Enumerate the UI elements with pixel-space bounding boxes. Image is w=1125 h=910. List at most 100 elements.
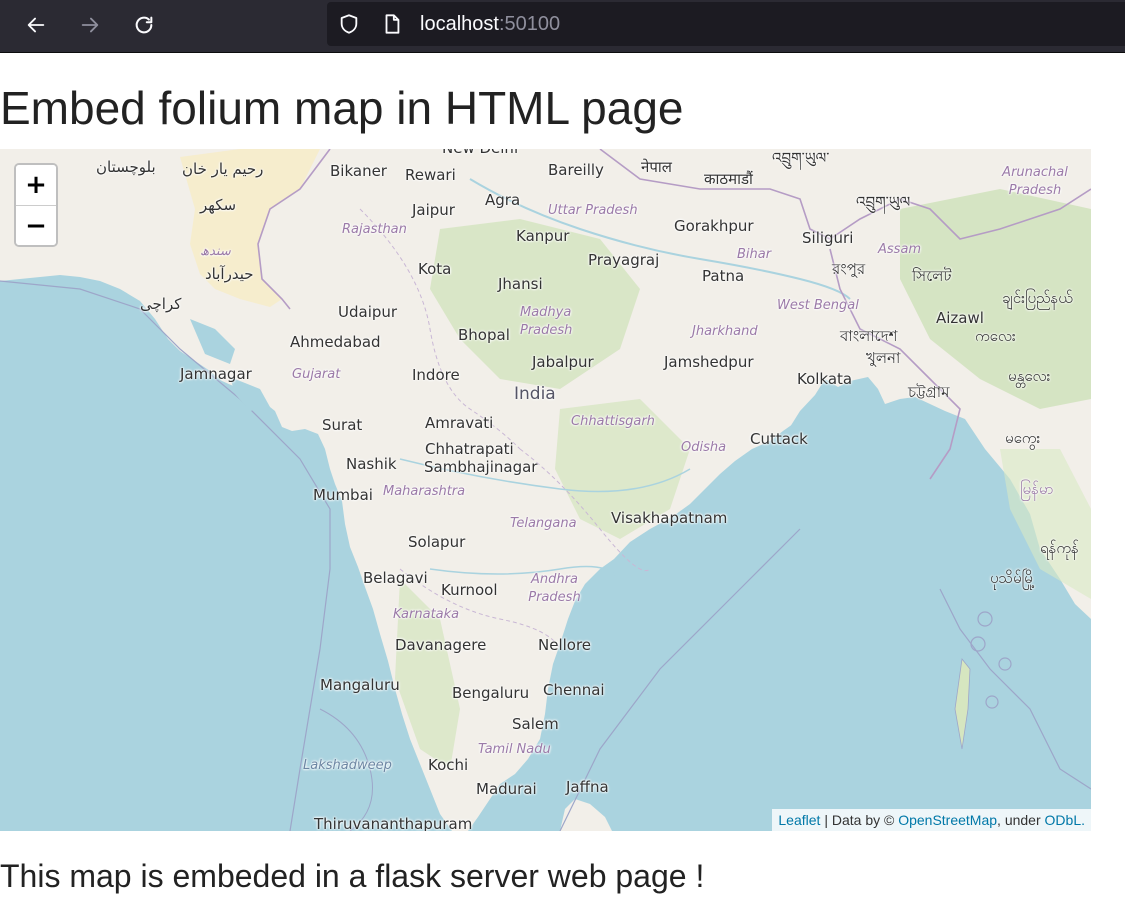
label-kochi: Kochi — [428, 756, 469, 774]
label-lakshadweep: Lakshadweep — [303, 758, 392, 773]
label-mandalay: မန္တလေး — [1008, 367, 1051, 385]
reload-button[interactable] — [126, 8, 162, 42]
label-ahmedabad: Ahmedabad — [290, 333, 381, 351]
label-assam: Assam — [878, 242, 922, 257]
label-nepal: नेपाल — [641, 158, 672, 176]
forward-button[interactable] — [72, 8, 108, 42]
label-agra: Agra — [485, 191, 521, 209]
label-gorakhpur: Gorakhpur — [674, 217, 754, 235]
label-nashik: Nashik — [346, 455, 397, 473]
label-jaffna: Jaffna — [566, 778, 609, 796]
label-rajasthan: Rajasthan — [342, 222, 407, 237]
zoom-out-button[interactable]: − — [16, 205, 56, 245]
label-rahim-yar-khan: رحیم یار خان — [182, 160, 264, 178]
map-attribution: Leaflet | Data by © OpenStreetMap, under… — [772, 809, 1091, 831]
label-myanmar: မြန်မာ — [1020, 480, 1054, 498]
label-nellore: Nellore — [538, 636, 592, 654]
label-udaipur: Udaipur — [338, 303, 398, 321]
odbl-link[interactable]: ODbL. — [1045, 812, 1085, 828]
back-button[interactable] — [18, 8, 54, 42]
page-icon[interactable] — [381, 13, 403, 35]
label-sukkur: سکھر — [200, 196, 237, 214]
label-tripura: ကလေး — [975, 327, 1016, 345]
openstreetmap-link[interactable]: OpenStreetMap — [898, 812, 997, 828]
label-bareilly: Bareilly — [548, 161, 604, 179]
reload-icon — [135, 16, 153, 34]
url-port: :50100 — [498, 13, 561, 35]
label-aizawl: Aizawl — [936, 309, 984, 327]
label-jaipur: Jaipur — [412, 201, 455, 219]
zoom-in-button[interactable]: + — [16, 165, 56, 205]
attribution-under: , under — [997, 812, 1045, 828]
label-siliguri: Siliguri — [802, 229, 854, 247]
label-telangana: Telangana — [510, 516, 577, 531]
label-sylhet: সিলেট — [912, 267, 952, 285]
label-rewari: Rewari — [405, 166, 456, 184]
label-madurai: Madurai — [476, 780, 537, 798]
label-pathein: ပုသိမ်မြို့ — [990, 569, 1036, 587]
url-text[interactable]: localhost:50100 — [420, 13, 560, 35]
leaflet-link[interactable]: Leaflet — [778, 812, 820, 828]
label-karnataka: Karnataka — [393, 607, 460, 622]
label-mangaluru: Mangaluru — [320, 676, 400, 694]
label-india: India — [514, 384, 556, 404]
label-kota: Kota — [418, 260, 452, 278]
folium-map[interactable]: بلوچستان رحیم یار خان سکھر سندھ حیدرآباد… — [0, 149, 1091, 831]
label-jabalpur: Jabalpur — [532, 353, 594, 371]
label-uttar-pradesh: Uttar Pradesh — [548, 203, 638, 218]
label-visakhapatnam: Visakhapatnam — [611, 509, 728, 527]
label-odisha: Odisha — [681, 440, 727, 455]
label-mumbai: Mumbai — [313, 486, 373, 504]
label-patna: Patna — [702, 267, 745, 285]
label-jamshedpur: Jamshedpur — [664, 353, 754, 371]
arrow-left-icon — [27, 17, 45, 33]
label-maharashtra: Maharashtra — [383, 484, 466, 499]
label-karachi: کراچی — [140, 295, 182, 313]
label-chin: ချင်းပြည်နယ် — [1002, 289, 1073, 307]
label-hyderabad: حیدرآباد — [205, 265, 254, 283]
label-chhatrapati: Chhatrapati — [425, 440, 514, 458]
label-bhopal: Bhopal — [458, 326, 510, 344]
label-kolkata: Kolkata — [797, 370, 853, 388]
label-bhutan: འབྲུག་ཡུལ — [856, 193, 911, 211]
browser-toolbar: localhost:50100 — [0, 0, 1125, 53]
label-chattogram: চট্টগ্রাম — [908, 383, 950, 401]
label-solapur: Solapur — [408, 533, 466, 551]
label-bengaluru: Bengaluru — [452, 684, 530, 702]
label-tamil-nadu: Tamil Nadu — [478, 742, 551, 757]
zoom-control: + − — [14, 163, 58, 247]
label-kurnool: Kurnool — [441, 581, 498, 599]
label-amravati: Amravati — [425, 414, 494, 432]
label-belagavi: Belagavi — [363, 569, 428, 587]
label-kathmandu: काठमाडौं — [704, 170, 753, 188]
label-indore: Indore — [412, 366, 460, 384]
label-chhattisgarh: Chhattisgarh — [571, 414, 655, 429]
label-jhansi: Jhansi — [498, 275, 543, 293]
label-yangon: ရန်ကုန် — [1040, 539, 1079, 557]
label-andhra-pradesh: Andhra Pradesh — [528, 572, 581, 605]
label-bangladesh: বাংলাদেশ — [840, 327, 898, 345]
label-davanagere: Davanagere — [395, 636, 487, 654]
label-sindh: سندھ — [200, 244, 231, 259]
label-sambhajinagar: Sambhajinagar — [424, 458, 538, 476]
label-new-delhi: New Delhi — [442, 149, 518, 157]
url-bar[interactable]: localhost:50100 — [327, 2, 1125, 46]
page-title: Embed folium map in HTML page — [0, 82, 684, 134]
label-khulna: খুলনা — [866, 349, 901, 367]
label-arunachal: Arunachal Pradesh — [1002, 165, 1068, 198]
label-jharkhand: Jharkhand — [692, 324, 758, 339]
label-surat: Surat — [322, 416, 363, 434]
label-rangpur: রংপুর — [832, 260, 866, 278]
label-cuttack: Cuttack — [750, 430, 808, 448]
label-salem: Salem — [512, 715, 559, 733]
label-gujarat: Gujarat — [292, 367, 341, 382]
url-host: localhost — [420, 13, 499, 35]
shield-icon[interactable] — [338, 13, 360, 35]
label-bihar: Bihar — [737, 247, 772, 262]
label-west-bengal: West Bengal — [777, 298, 859, 313]
label-magway: မကွေး — [1005, 429, 1041, 447]
label-jamnagar: Jamnagar — [180, 365, 252, 383]
label-bikaner: Bikaner — [330, 162, 387, 180]
page-subtitle: This map is embeded in a flask server we… — [0, 858, 705, 894]
attribution-sep: | Data by © — [820, 812, 899, 828]
